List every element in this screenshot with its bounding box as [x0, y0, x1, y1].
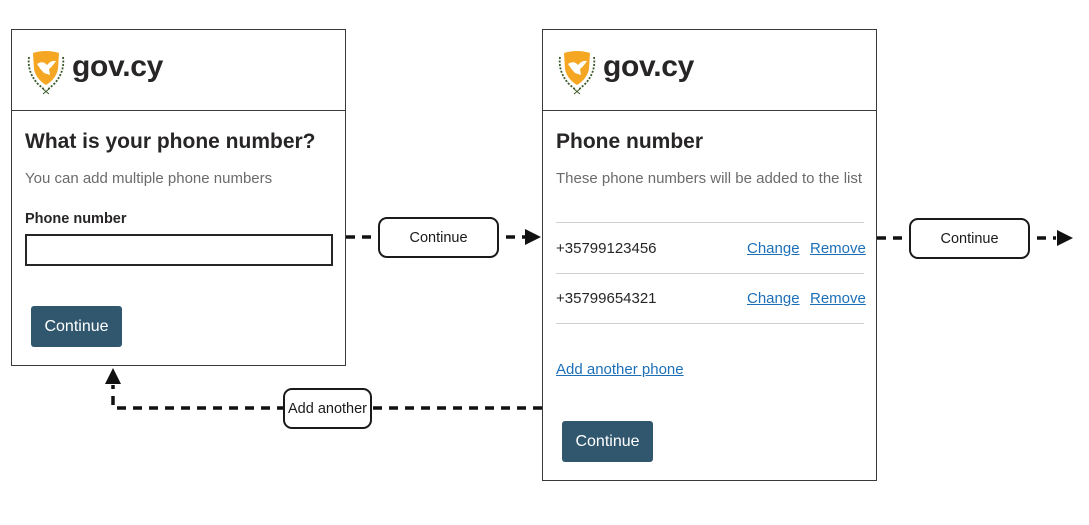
brand-name: gov.cy [603, 50, 695, 83]
flow-label-add-another: Add another [283, 388, 372, 429]
arrowhead-to-screen2-icon [525, 229, 541, 245]
change-phone-link[interactable]: Change [747, 240, 800, 257]
remove-phone-link[interactable]: Remove [810, 240, 866, 257]
remove-phone-link[interactable]: Remove [810, 290, 866, 307]
cyprus-coat-of-arms-icon [558, 51, 596, 95]
arrowhead-back-to-screen1-icon [105, 368, 121, 384]
continue-button[interactable]: Continue [562, 421, 653, 462]
add-another-phone-link[interactable]: Add another phone [556, 361, 684, 378]
cyprus-coat-of-arms-icon [27, 51, 65, 95]
continue-button[interactable]: Continue [31, 306, 122, 347]
list-divider [556, 323, 864, 324]
change-phone-link[interactable]: Change [747, 290, 800, 307]
flow-label-continue: Continue [378, 217, 499, 258]
header: gov.cy [543, 30, 876, 111]
list-divider [556, 222, 864, 223]
phone-entry-screen: gov.cy What is your phone number? You ca… [11, 29, 346, 366]
phone-number-label: Phone number [25, 211, 127, 227]
flow-label-continue-next: Continue [909, 218, 1030, 259]
phone-list-screen: gov.cy Phone number These phone numbers … [542, 29, 877, 481]
page-hint: These phone numbers will be added to the… [556, 170, 863, 187]
list-divider [556, 273, 864, 274]
arrowhead-next-icon [1057, 230, 1073, 246]
page-title: Phone number [556, 130, 704, 153]
page-hint: You can add multiple phone numbers [25, 170, 273, 187]
brand-name: gov.cy [72, 50, 164, 83]
header: gov.cy [12, 30, 345, 111]
phone-number-input[interactable] [25, 234, 333, 266]
phone-item-value: +35799123456 [556, 240, 657, 257]
phone-item-value: +35799654321 [556, 290, 657, 307]
page-title: What is your phone number? [25, 130, 316, 153]
